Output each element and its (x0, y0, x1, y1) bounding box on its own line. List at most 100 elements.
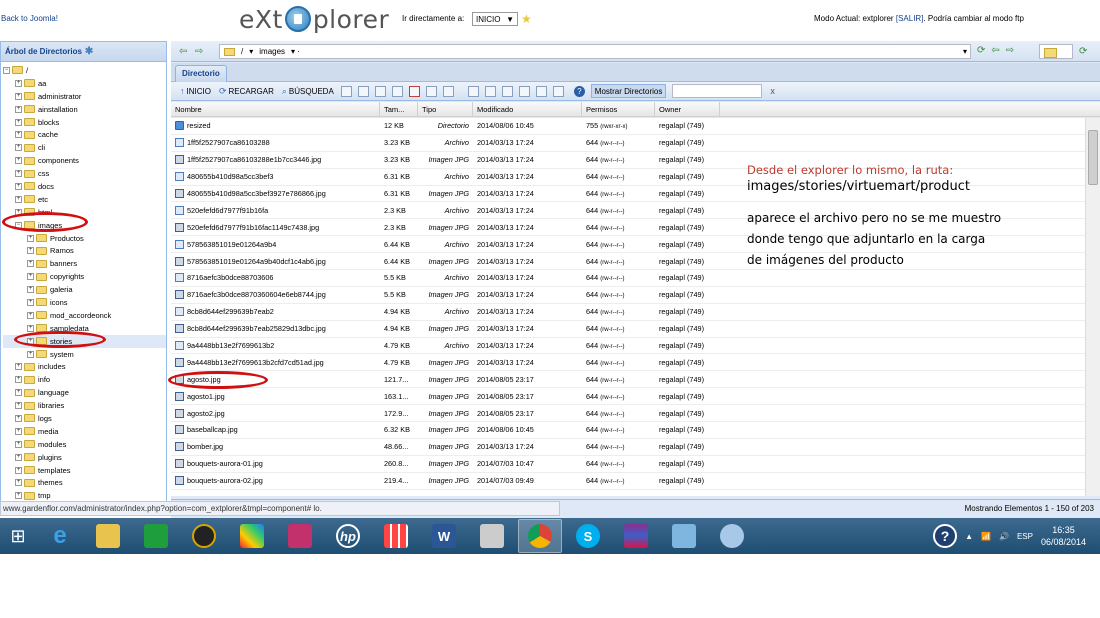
refresh-icon[interactable]: ⟳ (977, 45, 985, 56)
taskbar-skype[interactable]: S (566, 519, 610, 553)
back-arrow-icon[interactable]: ⇦ (179, 46, 187, 57)
expand-icon[interactable]: + (27, 298, 34, 306)
logout-link[interactable]: [SALIR] (896, 14, 924, 23)
home-button[interactable]: ↑ INICIO (177, 83, 214, 99)
table-row[interactable]: bomber.jpg 48.66... Imagen JPG 2014/03/13 1… (171, 439, 1085, 456)
forward-arrow-icon[interactable]: ⇨ (1006, 45, 1014, 56)
expand-icon[interactable]: + (27, 324, 34, 332)
expand-icon[interactable]: + (15, 144, 22, 152)
col-header-name[interactable]: Nombre (171, 102, 380, 116)
expand-icon[interactable]: + (15, 376, 22, 384)
col-header-size[interactable]: Tam... (380, 102, 418, 116)
tree-item-mod-accordeonck[interactable]: + mod_accordeonck (3, 309, 166, 322)
tree-item-docs[interactable]: + docs (3, 180, 166, 193)
taskbar-explorer[interactable] (86, 519, 130, 553)
table-row[interactable]: agosto.jpg 121.7... Imagen JPG 2014/08/05 2… (171, 371, 1085, 389)
expand-icon[interactable]: + (27, 234, 34, 242)
download-icon[interactable] (484, 85, 496, 97)
tree-item-icons[interactable]: + icons (3, 296, 166, 309)
table-row[interactable]: agosto2.jpg 172.9... Imagen JPG 2014/08/05 … (171, 405, 1085, 423)
expand-icon[interactable]: + (15, 79, 22, 87)
table-row[interactable]: 9a4448bb13e2f7699613b2 4.79 KB Archivo 2014… (171, 338, 1085, 355)
grid-scrollbar[interactable] (1085, 118, 1100, 496)
taskbar-notes[interactable] (662, 519, 706, 553)
chevron-down-icon[interactable]: ▾ (963, 47, 967, 56)
tree-item-css[interactable]: + css (3, 167, 166, 180)
delete-icon[interactable] (408, 85, 420, 97)
taskbar-hp[interactable]: hp (326, 519, 370, 553)
search-button[interactable]: ⌕ BÚSQUEDA (279, 83, 337, 99)
network-icon[interactable]: 📶 (981, 532, 991, 541)
volume-icon[interactable]: 🔊 (999, 532, 1009, 541)
close-icon[interactable]: x (770, 86, 775, 96)
expand-icon[interactable]: + (15, 170, 22, 178)
rename-icon[interactable] (425, 85, 437, 97)
expand-icon[interactable]: + (15, 363, 22, 371)
tree-item-info[interactable]: + info (3, 373, 166, 386)
expand-icon[interactable]: + (15, 479, 22, 487)
start-windows-icon[interactable]: ⊞ (0, 518, 36, 554)
edit-icon[interactable] (357, 85, 369, 97)
expand-icon[interactable]: + (15, 440, 22, 448)
expand-icon[interactable]: + (15, 105, 22, 113)
tree-item-ramos[interactable]: + Ramos (3, 244, 166, 257)
filter-input[interactable] (672, 84, 763, 98)
expand-icon[interactable]: + (15, 453, 22, 461)
expand-icon[interactable]: + (27, 260, 34, 268)
upload-arrow-icon[interactable] (518, 85, 530, 97)
taskbar-winrar[interactable] (614, 519, 658, 553)
taskbar-photo[interactable] (230, 519, 274, 553)
tree-item-productos[interactable]: + Productos (3, 232, 166, 245)
table-row[interactable]: 8716aefc3b0dce88703606 5.5 KB Archivo 2014/… (171, 270, 1085, 287)
gear-icon[interactable]: ✱ (85, 46, 93, 57)
tree-item-etc[interactable]: + etc (3, 193, 166, 206)
col-header-permissions[interactable]: Permisos (582, 102, 655, 116)
table-row[interactable]: baseballcap.jpg 6.32 KB Imagen JPG 2014/08/… (171, 422, 1085, 439)
tree-item-language[interactable]: + language (3, 386, 166, 399)
expand-icon[interactable]: + (15, 118, 22, 126)
taskbar-store[interactable] (134, 519, 178, 553)
col-header-owner[interactable]: Owner (655, 102, 720, 116)
tree-item-components[interactable]: + components (3, 154, 166, 167)
language-indicator[interactable]: ESP (1017, 532, 1033, 541)
new-file-icon[interactable] (340, 85, 352, 97)
tree-item-aa[interactable]: + aa (3, 77, 166, 90)
taskbar-ie[interactable]: e (38, 519, 82, 553)
expand-icon[interactable]: + (15, 466, 22, 474)
upload-icon[interactable] (501, 85, 513, 97)
goto-select[interactable]: INICIO ▼ (472, 12, 518, 26)
taskbar-calculator[interactable] (470, 519, 514, 553)
table-row[interactable]: bouquets-aurora-02.jpg 219.4... Imagen JPG… (171, 473, 1085, 490)
path-combo[interactable]: / ▾ images ▾ · ▾ (219, 44, 971, 59)
table-row[interactable]: 9a4448bb13e2f7699613b2cfd7cd51ad.jpg 4.79… (171, 354, 1085, 372)
extract-icon[interactable] (552, 85, 564, 97)
chmod-icon[interactable] (442, 85, 454, 97)
expand-icon[interactable]: + (27, 247, 34, 255)
expand-icon[interactable]: + (27, 286, 34, 294)
tree-item-themes[interactable]: + themes (3, 477, 166, 490)
tree-item-blocks[interactable]: + blocks (3, 116, 166, 129)
tree-item-libraries[interactable]: + libraries (3, 399, 166, 412)
expand-icon[interactable]: + (15, 402, 22, 410)
expand-icon[interactable]: + (15, 414, 22, 422)
tree-item-media[interactable]: + media (3, 425, 166, 438)
taskbar-word[interactable]: W (422, 519, 466, 553)
expand-icon[interactable]: + (15, 157, 22, 165)
expand-icon[interactable]: + (27, 350, 34, 358)
tree-item-copyrights[interactable]: + copyrights (3, 270, 166, 283)
folder-view-button[interactable] (1039, 44, 1073, 59)
expand-icon[interactable]: + (15, 492, 22, 500)
help-icon[interactable]: ? (933, 524, 958, 548)
back-to-joomla-link[interactable]: Back to Joomla! (1, 14, 58, 23)
tree-item-cli[interactable]: + cli (3, 141, 166, 154)
tree-root[interactable]: − / (3, 64, 166, 77)
tree-item-administrator[interactable]: + administrator (3, 90, 166, 103)
tree-item-templates[interactable]: + templates (3, 464, 166, 477)
bookmark-star-icon[interactable]: ★ (521, 12, 532, 26)
tree-item-system[interactable]: + system (3, 348, 166, 361)
table-row[interactable]: 8716aefc3b0dce8870360604e6eb8744.jpg 5.5 … (171, 287, 1085, 304)
refresh-icon[interactable]: ⟳ (1079, 46, 1087, 57)
scroll-thumb[interactable] (1088, 130, 1098, 185)
expand-icon[interactable]: + (27, 311, 34, 319)
tab-directory[interactable]: Directorio (175, 65, 227, 82)
